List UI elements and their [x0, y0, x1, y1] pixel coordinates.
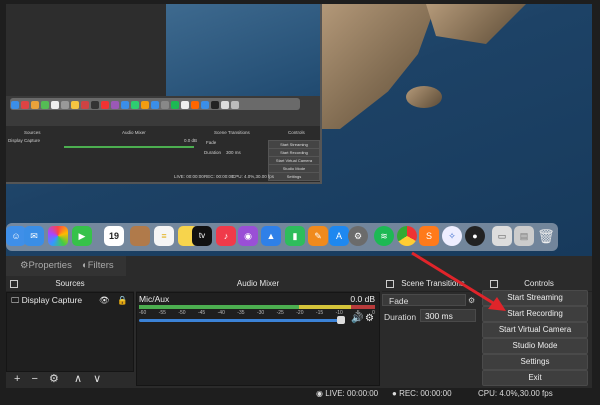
annotation-arrow: [411, 251, 506, 311]
arrow-shaft: [411, 251, 499, 308]
arrow-head: [488, 297, 506, 311]
